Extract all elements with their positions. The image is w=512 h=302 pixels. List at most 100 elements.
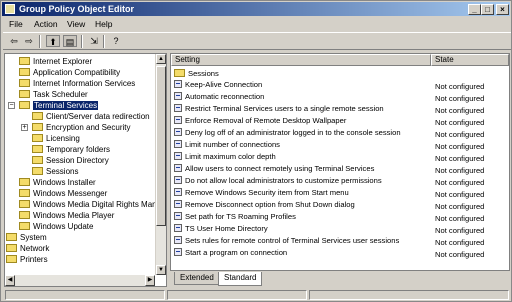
state-cell: Not configured (435, 94, 485, 103)
tree-item[interactable]: Windows Messenger (19, 188, 107, 199)
tree-horizontal-scrollbar[interactable]: ◀ ▶ (5, 275, 155, 286)
policy-setting-icon (174, 236, 182, 244)
state-cell: Not configured (435, 82, 485, 91)
tree-item[interactable]: Application Compatibility (19, 67, 120, 78)
status-bar (3, 289, 511, 301)
scroll-right-arrow-icon[interactable]: ▶ (145, 275, 155, 286)
tree-item[interactable]: Licensing (32, 133, 80, 144)
tree-item[interactable]: Internet Explorer (19, 56, 92, 67)
close-button[interactable]: × (496, 4, 509, 15)
folder-icon (32, 134, 43, 142)
toolbar: ⇦ ⇨ ⬆ ▤ ⇲ ? (3, 32, 511, 50)
state-cell: Not configured (435, 118, 485, 127)
tree-item[interactable]: Printers (6, 254, 48, 265)
tree-item[interactable]: Encryption and Security (32, 122, 131, 133)
tree-item[interactable]: Internet Information Services (19, 78, 135, 89)
tree-item[interactable]: Windows Installer (19, 177, 96, 188)
state-cell: Not configured (435, 166, 485, 175)
scroll-left-arrow-icon[interactable]: ◀ (5, 275, 15, 286)
table-row[interactable]: Allow users to connect remotely using Te… (174, 164, 374, 174)
table-row[interactable]: Remove Windows Security item from Start … (174, 188, 349, 198)
list-item-folder[interactable]: Sessions (174, 69, 219, 79)
tree-item[interactable]: Network (6, 243, 49, 254)
tree-item[interactable]: Temporary folders (32, 144, 110, 155)
expand-toggle[interactable]: + (21, 124, 28, 131)
table-row[interactable]: Limit number of connections (174, 140, 280, 150)
folder-icon (19, 178, 30, 186)
table-row[interactable]: Start a program on connection (174, 248, 287, 258)
folder-icon (19, 79, 30, 87)
scroll-thumb[interactable] (156, 66, 166, 226)
menu-view[interactable]: View (67, 19, 85, 29)
menu-bar: File Action View Help (3, 18, 511, 31)
status-pane (5, 290, 165, 300)
policy-setting-icon (174, 224, 182, 232)
folder-icon (19, 222, 30, 230)
menu-file[interactable]: File (9, 19, 23, 29)
folder-icon (19, 200, 30, 208)
tree-pane[interactable]: Internet Explorer Application Compatibil… (4, 53, 167, 287)
tree-item[interactable]: Task Scheduler (19, 89, 88, 100)
table-row[interactable]: Sets rules for remote control of Termina… (174, 236, 399, 246)
table-row[interactable]: Limit maximum color depth (174, 152, 276, 162)
folder-icon (32, 123, 43, 131)
tree-item[interactable]: Session Directory (32, 155, 109, 166)
policy-setting-icon (174, 200, 182, 208)
view-tabs: Extended Standard (170, 272, 510, 286)
folder-icon (19, 211, 30, 219)
state-cell: Not configured (435, 214, 485, 223)
state-cell: Not configured (435, 178, 485, 187)
table-row[interactable]: Do not allow local administrators to cus… (174, 176, 382, 186)
table-row[interactable]: Keep-Alive Connection (174, 80, 262, 90)
tab-extended[interactable]: Extended (174, 272, 220, 285)
folder-icon (19, 189, 30, 197)
policy-setting-icon (174, 80, 182, 88)
table-row[interactable]: Enforce Removal of Remote Desktop Wallpa… (174, 116, 346, 126)
state-cell: Not configured (435, 142, 485, 151)
collapse-toggle[interactable]: − (8, 102, 15, 109)
tree-item[interactable]: Sessions (32, 166, 78, 177)
help-icon[interactable]: ? (109, 35, 123, 47)
state-cell: Not configured (435, 154, 485, 163)
folder-icon (32, 112, 43, 120)
back-arrow-icon[interactable]: ⇦ (7, 35, 21, 47)
scroll-down-arrow-icon[interactable]: ▼ (156, 265, 166, 275)
menu-action[interactable]: Action (34, 19, 58, 29)
tree-item[interactable]: Windows Media Player (19, 210, 114, 221)
menu-help[interactable]: Help (95, 19, 112, 29)
state-cell: Not configured (435, 130, 485, 139)
minimize-button[interactable]: _ (468, 4, 481, 15)
policy-setting-icon (174, 164, 182, 172)
table-row[interactable]: Set path for TS Roaming Profiles (174, 212, 296, 222)
table-row[interactable]: Restrict Terminal Services users to a si… (174, 104, 384, 114)
folder-icon (6, 233, 17, 241)
folder-icon (6, 244, 17, 252)
status-pane (309, 290, 509, 300)
tree-item-terminal-services[interactable]: Terminal Services (19, 100, 99, 111)
maximize-button[interactable]: □ (481, 4, 494, 15)
table-row[interactable]: Automatic reconnection (174, 92, 264, 102)
forward-arrow-icon[interactable]: ⇨ (22, 35, 36, 47)
column-header-setting[interactable]: Setting (171, 54, 431, 66)
export-list-icon[interactable]: ⇲ (87, 35, 101, 47)
tree-item[interactable]: Windows Media Digital Rights Mana (19, 199, 161, 210)
up-level-icon[interactable]: ⬆ (46, 35, 60, 47)
policy-setting-icon (174, 140, 182, 148)
table-row[interactable]: Deny log off of an administrator logged … (174, 128, 401, 138)
scroll-up-arrow-icon[interactable]: ▲ (156, 54, 166, 64)
toolbar-separator (103, 35, 105, 48)
tree-item[interactable]: Windows Update (19, 221, 93, 232)
column-header-state[interactable]: State (431, 54, 509, 66)
settings-list-pane[interactable]: Setting State Sessions Keep-Alive Connec… (170, 53, 510, 271)
show-hide-tree-icon[interactable]: ▤ (63, 35, 77, 47)
tree-item[interactable]: System (6, 232, 47, 243)
table-row[interactable]: TS User Home Directory (174, 224, 268, 234)
tree-item[interactable]: Client/Server data redirection (32, 111, 150, 122)
tab-standard[interactable]: Standard (218, 272, 263, 286)
table-row[interactable]: Remove Disconnect option from Shut Down … (174, 200, 355, 210)
tree-vertical-scrollbar[interactable]: ▲ ▼ (155, 54, 166, 275)
gpo-app-icon (5, 4, 15, 14)
policy-setting-icon (174, 128, 182, 136)
title-bar[interactable]: Group Policy Object Editor _ □ × (2, 2, 510, 16)
folder-icon (32, 156, 43, 164)
